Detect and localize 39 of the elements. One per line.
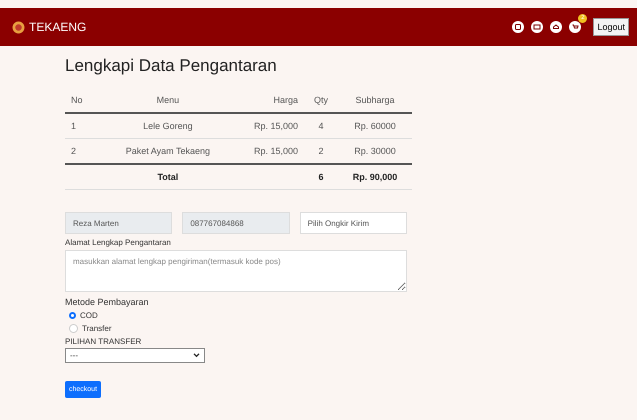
- table-cell: Rp. 30000: [338, 138, 412, 164]
- table-cell: Rp. 15,000: [230, 138, 304, 164]
- address-field[interactable]: masukkan alamat lengkap pengiriman(termasuk kode pos): [65, 250, 407, 292]
- column-header: Harga: [230, 88, 304, 113]
- menu-icon[interactable]: [512, 21, 524, 33]
- page-title: Lengkapi Data Pengantaran: [65, 56, 278, 76]
- logout-button[interactable]: Logout: [593, 18, 629, 36]
- total-qty: 6: [304, 164, 338, 190]
- transfer-select[interactable]: ---: [65, 348, 205, 363]
- table-cell: 2: [304, 138, 338, 164]
- home-icon[interactable]: [550, 21, 562, 33]
- column-header: No: [65, 88, 105, 113]
- radio-label[interactable]: Transfer: [82, 324, 112, 333]
- table-cell: Lele Goreng: [105, 113, 231, 138]
- brand-name[interactable]: TEKAENG: [29, 20, 86, 34]
- payment-label: Metode Pembayaran: [65, 297, 150, 307]
- address-label: Alamat Lengkap Pengantaran: [65, 238, 172, 247]
- card-icon[interactable]: [531, 21, 544, 33]
- total-label: Total: [105, 164, 231, 190]
- table-cell: 4: [304, 113, 338, 138]
- table-cell: 2: [65, 138, 105, 164]
- transfer-label: PILIHAN TRANSFER: [65, 337, 142, 346]
- column-header: Subharga: [338, 88, 412, 113]
- name-field[interactable]: Reza Marten: [65, 212, 172, 234]
- shipping-field[interactable]: Pilih Ongkir Kirim: [300, 212, 407, 234]
- table-cell: Rp. 15,000: [230, 113, 304, 138]
- chevron-icon: [193, 353, 200, 358]
- phone-field[interactable]: 087767084868: [182, 212, 290, 234]
- table-cell: 1: [65, 113, 105, 138]
- column-header: Qty: [304, 88, 338, 113]
- radio-button[interactable]: [69, 324, 78, 333]
- total-amount: Rp. 90,000: [338, 164, 412, 190]
- table-cell: Paket Ayam Tekaeng: [105, 138, 231, 164]
- logo-icon: [12, 20, 25, 34]
- column-header: Menu: [105, 88, 231, 113]
- radio-label[interactable]: COD: [80, 311, 98, 320]
- radio-button[interactable]: [69, 312, 76, 319]
- table-cell: Rp. 60000: [338, 113, 412, 138]
- cart-icon[interactable]: [569, 21, 582, 33]
